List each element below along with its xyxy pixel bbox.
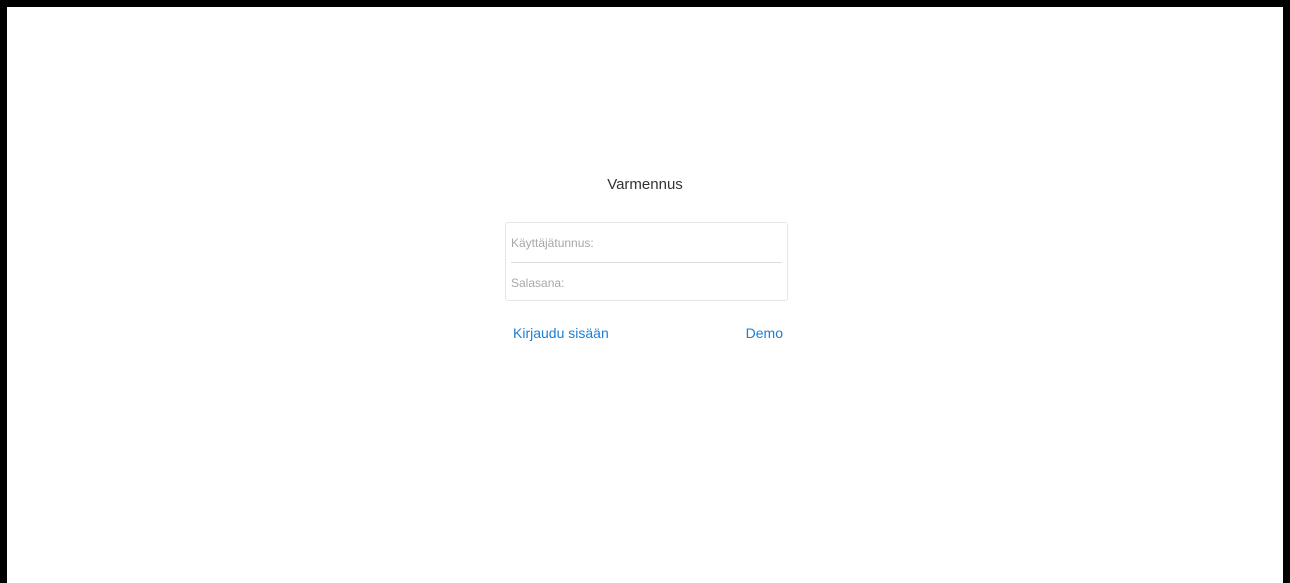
demo-button[interactable]: Demo xyxy=(746,324,783,342)
password-input[interactable] xyxy=(506,263,787,302)
username-input[interactable] xyxy=(506,223,787,262)
page-frame: Varmennus Kirjaudu sisään Demo xyxy=(7,7,1283,583)
username-field-wrapper xyxy=(506,223,787,262)
login-button[interactable]: Kirjaudu sisään xyxy=(513,324,609,342)
login-form xyxy=(505,222,788,302)
form-actions: Kirjaudu sisään Demo xyxy=(513,324,783,342)
password-field-wrapper xyxy=(506,263,787,302)
page-title: Varmennus xyxy=(607,176,683,193)
